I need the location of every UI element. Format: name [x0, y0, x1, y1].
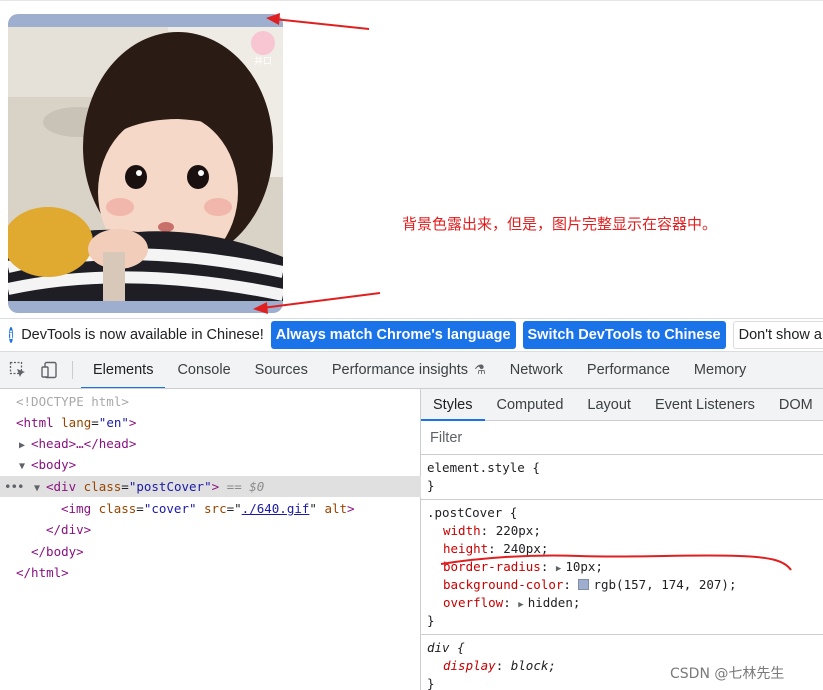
decl-border-radius-value: 10px;	[565, 559, 603, 574]
img-src-link[interactable]: ./640.gif	[242, 501, 310, 516]
tab-performance-insights[interactable]: Performance insights ⚗	[320, 352, 498, 388]
div-tag-end: >	[211, 479, 220, 494]
tab-computed[interactable]: Computed	[485, 389, 576, 420]
decl-border-radius-name: border-radius	[443, 559, 541, 574]
tab-network[interactable]: Network	[498, 352, 575, 388]
post-cover-container: 井口	[8, 14, 283, 313]
tab-memory[interactable]: Memory	[682, 352, 758, 388]
img-src-attr: src	[204, 501, 227, 516]
annotation-text: 背景色露出来，但是，图片完整显示在容器中。	[402, 215, 718, 233]
img-tag: <img	[61, 501, 99, 516]
decl-display-value: block;	[510, 658, 556, 673]
tab-layout[interactable]: Layout	[575, 389, 643, 420]
decl-background-color-value: rgb(157, 174, 207);	[593, 577, 737, 592]
csdn-watermark: CSDN @七林先生	[670, 666, 785, 682]
inspect-element-icon[interactable]	[2, 352, 34, 388]
element-style-close: }	[427, 478, 435, 493]
tab-performance-insights-label: Performance insights	[331, 362, 469, 378]
decl-overflow[interactable]: overflow: ▶ hidden;	[427, 594, 817, 612]
expand-triangle-icon[interactable]: ▶	[19, 435, 31, 456]
tab-styles[interactable]: Styles	[421, 389, 485, 421]
device-toolbar-icon[interactable]	[34, 352, 66, 388]
tab-console[interactable]: Console	[165, 352, 242, 388]
dom-head[interactable]: ▶ <head>…</head>	[0, 433, 421, 454]
div-class-value: "postCover"	[128, 479, 212, 494]
img-class-value: "cover"	[143, 501, 197, 516]
decl-overflow-name: overflow	[443, 595, 504, 610]
html-lang-value: "en"	[98, 415, 129, 430]
collapse-triangle-icon[interactable]: ▼	[34, 478, 46, 499]
toolbar-separator	[72, 361, 73, 379]
postcover-close: }	[427, 613, 435, 628]
postcover-rule[interactable]: .postCover { width: 220px; height: 240px…	[421, 500, 823, 635]
div-class-attr: class	[83, 479, 122, 494]
dom-html-open[interactable]: <html lang="en">	[0, 412, 421, 433]
decl-width-name: width	[443, 523, 481, 538]
body-tag: <body>	[31, 457, 77, 472]
html-tag-end: >	[128, 415, 137, 430]
experimental-flask-icon: ⚗	[474, 362, 486, 377]
body-close-tag: </body>	[31, 544, 84, 559]
decl-height-name: height	[443, 541, 489, 556]
dom-body-close[interactable]: </body>	[0, 541, 421, 562]
postcover-selector: .postCover {	[427, 505, 518, 520]
div-tag: <div	[46, 479, 84, 494]
decl-background-color[interactable]: background-color: rgb(157, 174, 207);	[427, 576, 817, 594]
language-infobar: i DevTools is now available in Chinese! …	[0, 318, 823, 352]
tab-dom[interactable]: DOM	[767, 389, 823, 420]
decl-height[interactable]: height: 240px;	[427, 540, 817, 558]
html-tag: <html	[16, 415, 62, 430]
img-class-attr: class	[98, 501, 137, 516]
head-tag: <head>…</head>	[31, 436, 137, 451]
sidebar-tabs: Styles Computed Layout Event Listeners D…	[421, 389, 823, 421]
decl-width[interactable]: width: 220px;	[427, 522, 817, 540]
element-style-selector: element.style {	[427, 460, 540, 475]
cover-badge-text: 井口	[254, 55, 272, 67]
rendered-page: 井口 背景色露出来，但是，图片完整显示在容器中。	[0, 0, 823, 318]
collapse-triangle-icon[interactable]: ▼	[19, 456, 31, 477]
dont-show-again-button[interactable]: Don't show a	[732, 321, 823, 349]
doctype-text: <!DOCTYPE html>	[16, 394, 129, 409]
decl-display-name: display	[443, 658, 496, 673]
dom-img-cover[interactable]: <img class="cover" src="./640.gif" alt>	[0, 498, 421, 519]
elements-dom-tree: <!DOCTYPE html> <html lang="en"> ▶ <head>…	[0, 389, 421, 690]
html-close-tag: </html>	[16, 565, 69, 580]
decl-background-color-name: background-color	[443, 577, 564, 592]
decl-overflow-value: hidden;	[527, 595, 581, 610]
filter-placeholder: Filter	[430, 429, 463, 446]
cover-image: 井口	[8, 27, 283, 301]
switch-to-chinese-button[interactable]: Switch DevTools to Chinese	[522, 321, 726, 349]
selected-element-marker: == $0	[226, 479, 265, 494]
info-icon: i	[9, 327, 14, 343]
styles-filter-input[interactable]: Filter	[421, 421, 823, 455]
dom-div-close[interactable]: </div>	[0, 519, 421, 540]
color-swatch-icon[interactable]	[578, 579, 590, 590]
more-actions-icon[interactable]: •••	[4, 476, 25, 497]
expand-triangle-icon[interactable]: ▶	[556, 564, 561, 574]
decl-height-value: 240px;	[503, 541, 549, 556]
div-close-tag: </div>	[46, 522, 92, 537]
dom-div-postcover-selected[interactable]: ••• ▼ <div class="postCover"> == $0	[0, 476, 421, 497]
tab-performance[interactable]: Performance	[575, 352, 682, 388]
styles-sidebar: Styles Computed Layout Event Listeners D…	[421, 389, 823, 690]
decl-border-radius[interactable]: border-radius: ▶ 10px;	[427, 558, 817, 576]
tab-sources[interactable]: Sources	[243, 352, 320, 388]
devtools-main-toolbar: Elements Console Sources Performance ins…	[0, 352, 823, 389]
dom-doctype[interactable]: <!DOCTYPE html>	[0, 391, 421, 412]
tab-event-listeners[interactable]: Event Listeners	[643, 389, 767, 420]
infobar-message: DevTools is now available in Chinese!	[21, 327, 264, 343]
img-tag-end: >	[347, 501, 355, 516]
always-match-language-button[interactable]: Always match Chrome's language	[270, 321, 516, 349]
element-style-rule[interactable]: element.style { }	[421, 455, 823, 500]
html-lang-attr: lang	[61, 415, 92, 430]
dom-body-open[interactable]: ▼ <body>	[0, 454, 421, 475]
dom-html-close[interactable]: </html>	[0, 562, 421, 583]
div-rule-selector: div {	[427, 640, 465, 655]
tab-elements[interactable]: Elements	[81, 352, 166, 388]
img-alt-attr: alt	[324, 501, 348, 516]
decl-width-value: 220px;	[495, 523, 541, 538]
expand-triangle-icon[interactable]: ▶	[518, 600, 523, 610]
